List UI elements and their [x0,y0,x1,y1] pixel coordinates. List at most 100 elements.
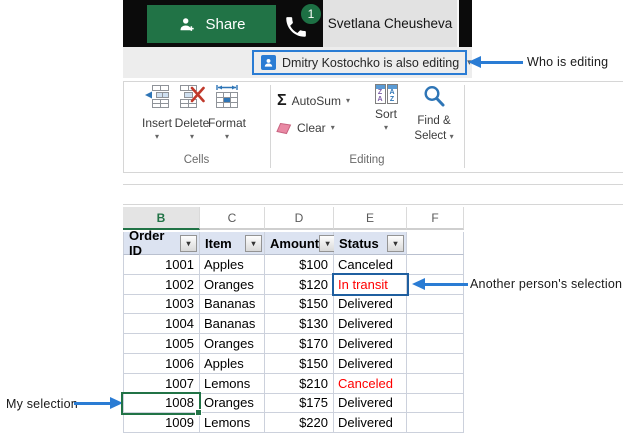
cell-item[interactable]: Lemons [200,413,265,433]
cell-status[interactable]: Delivered [334,394,407,414]
chevron-down-icon: ▾ [450,132,454,141]
cell-amount[interactable]: $170 [265,334,334,354]
sort-az-icon: Z A A Z [375,84,398,104]
cell-empty[interactable] [407,394,464,414]
cell-order-id[interactable]: 1007 [123,374,200,394]
cell-order-id[interactable]: 1005 [123,334,200,354]
table-row: 1005 Oranges $170 Delivered [123,334,464,354]
autosum-button[interactable]: Σ AutoSum ▾ [277,93,350,109]
cell-item[interactable]: Apples [200,354,265,374]
table-row: 1004 Bananas $130 Delivered [123,314,464,334]
excel-window: Share 1 Svetlana Cheusheva Dmitry Kostoc… [0,0,623,434]
call-count-badge: 1 [300,3,322,25]
my-selection-label: My selection [6,397,78,411]
arrow-line [479,61,523,64]
column-letter-E[interactable]: E [334,207,407,230]
table-row: 1007 Lemons $210 Canceled [123,374,464,394]
clear-button[interactable]: Clear ▾ [276,121,335,135]
cell-order-id[interactable]: 1002 [123,275,200,295]
find-select-label-2: Select ▾ [414,130,453,143]
filter-button[interactable]: ▾ [245,235,262,252]
table-header-row: Order ID ▾ Item ▾ Amount ▾ Status ▾ [123,232,464,255]
cell-amount[interactable]: $175 [265,394,334,414]
cell-amount[interactable]: $210 [265,374,334,394]
cell-order-id[interactable]: 1004 [123,314,200,334]
cell-empty[interactable] [407,334,464,354]
coauthor-status-dropdown[interactable]: Dmitry Kostochko is also editing ▾ [252,50,467,75]
column-letter-B[interactable]: B [123,207,200,230]
insert-label: Insert [142,116,172,130]
header-amount: Amount ▾ [265,232,334,255]
cell-status[interactable]: Delivered [334,413,407,433]
cell-empty[interactable] [407,295,464,315]
format-cells-icon [214,84,240,113]
table-row: 1001 Apples $100 Canceled [123,255,464,275]
cell-amount[interactable]: $130 [265,314,334,334]
user-name[interactable]: Svetlana Cheusheva [323,0,459,47]
cell-order-id[interactable]: 1009 [123,413,200,433]
column-letter-C[interactable]: C [200,207,265,230]
format-button[interactable]: Format ▾ [206,84,248,141]
insert-button[interactable]: Insert ▾ [138,84,176,141]
header-order-id: Order ID ▾ [123,232,200,255]
cells-group-label: Cells [123,154,270,166]
coauthor-status-text: Dmitry Kostochko is also editing [282,56,459,70]
column-letter-D[interactable]: D [265,207,334,230]
cell-amount[interactable]: $150 [265,354,334,374]
header-status: Status ▾ [334,232,407,255]
group-separator [464,85,465,168]
cell-status[interactable]: Delivered [334,354,407,374]
my-selection-border [121,392,201,415]
chevron-down-icon: ▾ [346,97,350,105]
table-row: 1003 Bananas $150 Delivered [123,295,464,315]
cell-item[interactable]: Oranges [200,275,265,295]
column-letter-F[interactable]: F [407,207,464,230]
filter-button[interactable]: ▾ [387,235,404,252]
cell-order-id[interactable]: 1006 [123,354,200,374]
arrow-line [74,402,111,405]
cell-amount[interactable]: $220 [265,413,334,433]
chevron-down-icon: ▾ [384,124,388,132]
header-item: Item ▾ [200,232,265,255]
ribbon-top-border [123,81,623,82]
cell-item[interactable]: Oranges [200,394,265,414]
cell-status[interactable]: Canceled [334,374,407,394]
sort-button[interactable]: Z A A Z Sort ▾ [366,84,406,132]
table-row: 1006 Apples $150 Delivered [123,354,464,374]
cell-order-id[interactable]: 1003 [123,295,200,315]
chevron-down-icon: ▾ [155,133,159,141]
cell-empty[interactable] [407,413,464,433]
format-label: Format [208,116,246,130]
cell-status[interactable]: Delivered [334,295,407,315]
sheet-top-border [123,204,623,205]
cell-item[interactable]: Lemons [200,374,265,394]
cell-empty[interactable] [407,314,464,334]
filter-button[interactable]: ▾ [180,235,197,252]
table-row: 1009 Lemons $220 Delivered [123,413,464,433]
cell-status[interactable]: Delivered [334,314,407,334]
cell-status[interactable]: Canceled [334,255,407,275]
fill-handle[interactable] [195,409,202,416]
editing-group-label: Editing [270,154,464,166]
cell-empty[interactable] [407,255,464,275]
sort-label: Sort [375,107,397,121]
cell-item[interactable]: Bananas [200,314,265,334]
header-empty [407,232,464,255]
cell-amount[interactable]: $100 [265,255,334,275]
cell-status[interactable]: Delivered [334,334,407,354]
cell-item[interactable]: Apples [200,255,265,275]
person-add-icon [177,15,196,34]
cell-amount[interactable]: $150 [265,295,334,315]
find-select-button[interactable]: Find & Select ▾ [408,84,460,143]
clear-label: Clear [297,121,326,135]
cell-order-id[interactable]: 1001 [123,255,200,275]
cell-item[interactable]: Bananas [200,295,265,315]
cell-item[interactable]: Oranges [200,334,265,354]
formula-bar-border [123,184,623,185]
cell-amount[interactable]: $120 [265,275,334,295]
cell-empty[interactable] [407,354,464,374]
ribbon-bottom-border [123,172,623,173]
magnifier-icon [422,84,446,113]
cell-empty[interactable] [407,374,464,394]
share-button[interactable]: Share [147,5,276,43]
